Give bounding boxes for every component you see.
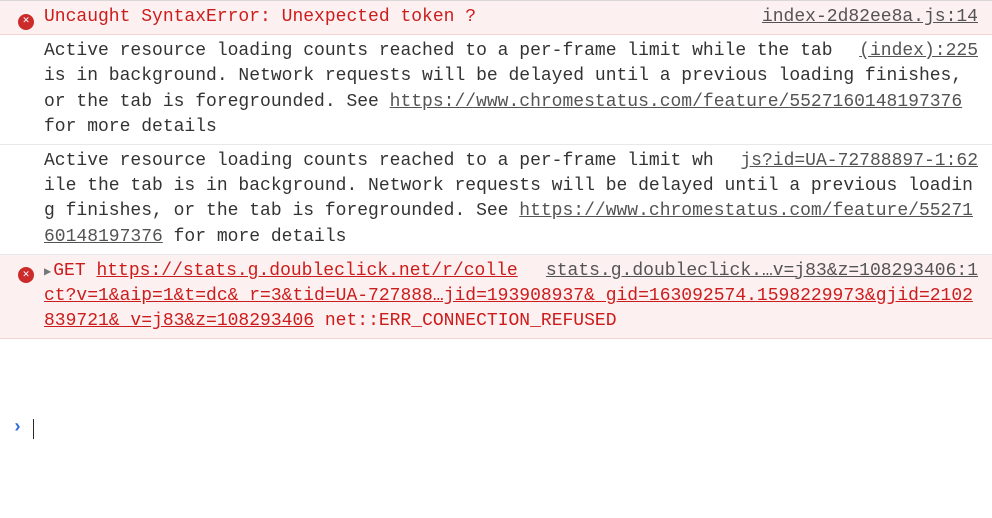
row-gutter	[8, 5, 44, 30]
prompt-chevron-icon: ›	[12, 416, 23, 441]
console-input[interactable]	[34, 416, 982, 441]
error-icon	[18, 267, 34, 283]
error-icon	[18, 14, 34, 30]
row-body: js?id=UA-72788897-1:62 Active resource l…	[44, 149, 978, 250]
console-prompt-row[interactable]: ›	[0, 339, 992, 518]
disclosure-triangle-icon[interactable]: ▶	[44, 264, 51, 281]
console-row-network-error: stats.g.doubleclick.…v=j83&z=108293406:1…	[0, 255, 992, 340]
row-body: index-2d82ee8a.js:14 Uncaught SyntaxErro…	[44, 5, 978, 30]
http-method: GET	[53, 261, 85, 281]
row-gutter	[8, 259, 44, 284]
source-link[interactable]: stats.g.doubleclick.…v=j83&z=108293406:1	[546, 259, 978, 284]
row-body: stats.g.doubleclick.…v=j83&z=108293406:1…	[44, 259, 978, 335]
log-message-post: for more details	[163, 227, 347, 247]
row-body: (index):225 Active resource loading coun…	[44, 39, 978, 140]
log-message-post: for more details	[44, 117, 217, 137]
console-row-error: index-2d82ee8a.js:14 Uncaught SyntaxErro…	[0, 1, 992, 35]
net-error-text: net::ERR_CONNECTION_REFUSED	[325, 311, 617, 331]
console-row-log: (index):225 Active resource loading coun…	[0, 35, 992, 145]
source-link[interactable]: js?id=UA-72788897-1:62	[740, 149, 978, 174]
devtools-console: index-2d82ee8a.js:14 Uncaught SyntaxErro…	[0, 0, 992, 518]
console-row-log: js?id=UA-72788897-1:62 Active resource l…	[0, 145, 992, 255]
source-link[interactable]: index-2d82ee8a.js:14	[762, 5, 978, 30]
error-message-text: Uncaught SyntaxError: Unexpected token ?	[44, 7, 476, 27]
message-url-link[interactable]: https://www.chromestatus.com/feature/552…	[390, 92, 963, 112]
source-link[interactable]: (index):225	[859, 39, 978, 64]
